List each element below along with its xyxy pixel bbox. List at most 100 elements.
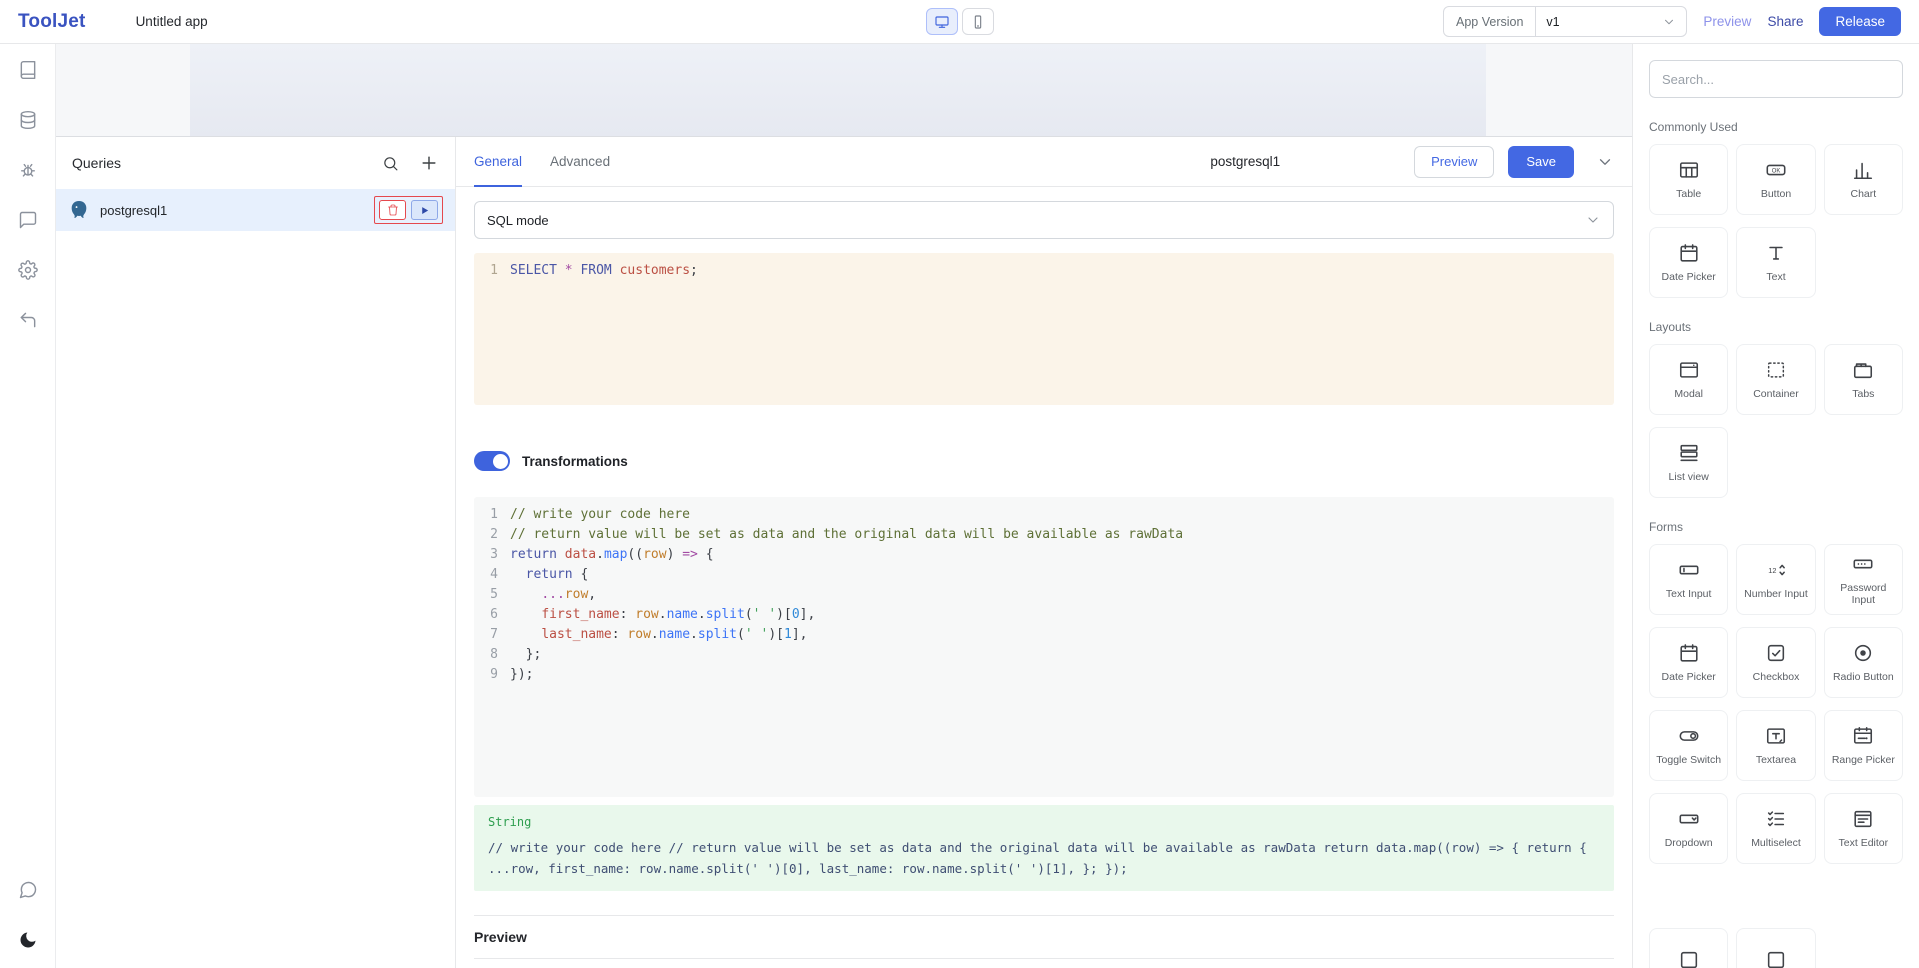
widget-card-date-picker[interactable]: Date Picker [1649, 227, 1728, 298]
components-section: LayoutsModalContainerTabsList view [1649, 320, 1903, 498]
code-text: }); [510, 665, 533, 685]
widget-card[interactable] [1736, 928, 1815, 968]
widget-card-multiselect[interactable]: Multiselect [1736, 793, 1815, 864]
widget-label: Text [1766, 271, 1785, 283]
components-grid: ModalContainerTabs List view [1649, 344, 1903, 498]
tabs-icon [1852, 359, 1874, 381]
settings-icon[interactable] [18, 260, 38, 280]
widget-card-range-picker[interactable]: Range Picker [1824, 710, 1903, 781]
widget-card-textarea[interactable]: Textarea [1736, 710, 1815, 781]
components-section: Forms Text Input 12Number InputPassword In… [1649, 520, 1903, 864]
tooljet-logo[interactable]: ToolJet [18, 11, 86, 33]
undo-icon[interactable] [18, 310, 38, 330]
text-editor-icon [1852, 808, 1874, 830]
widget-label: Toggle Switch [1656, 754, 1721, 766]
components-section-title: Commonly Used [1649, 120, 1903, 134]
app-version-select[interactable]: v1 [1536, 7, 1686, 36]
dark-mode-icon[interactable] [18, 930, 38, 950]
multiselect-icon [1765, 808, 1787, 830]
delete-query-button[interactable] [379, 200, 406, 220]
components-sections: Commonly Used TableOKButtonChart Date Pick… [1649, 120, 1903, 968]
help-chat-icon[interactable] [18, 880, 38, 900]
release-button[interactable]: Release [1819, 7, 1901, 36]
widget-card-container[interactable]: Container [1736, 344, 1815, 415]
toggle-icon [1678, 725, 1700, 747]
widget-label: Text Input [1666, 588, 1712, 600]
line-number: 6 [474, 605, 510, 625]
chart-icon [1852, 159, 1874, 181]
line-number: 4 [474, 565, 510, 585]
line-number: 8 [474, 645, 510, 665]
widget-label: Dropdown [1665, 837, 1713, 849]
password-input-icon [1852, 553, 1874, 575]
components-section: Commonly Used TableOKButtonChart Date Pick… [1649, 120, 1903, 298]
query-actions-highlight [374, 196, 443, 224]
query-editor-actions: postgresql1 Preview Save [1210, 137, 1614, 186]
line-number: 7 [474, 625, 510, 645]
widget-card-modal[interactable]: Modal [1649, 344, 1728, 415]
result-value: // write your code here // return value … [488, 837, 1600, 879]
widget-card-checkbox[interactable]: Checkbox [1736, 627, 1815, 698]
transformations-row: Transformations [474, 451, 1614, 471]
preview-button[interactable]: Preview [1703, 14, 1751, 29]
button-icon: OK [1765, 159, 1787, 181]
tab-general[interactable]: General [474, 137, 522, 187]
widget-label: Date Picker [1662, 671, 1716, 683]
trash-icon [387, 204, 399, 216]
preview-section: Preview [474, 915, 1614, 959]
sql-mode-select[interactable]: SQL mode [474, 201, 1614, 239]
widget-card-date-picker[interactable]: Date Picker [1649, 627, 1728, 698]
widget-card-button[interactable]: OKButton [1736, 144, 1815, 215]
canvas-viewport[interactable] [190, 44, 1486, 136]
chevron-down-icon [1662, 15, 1676, 29]
components-search-input[interactable] [1649, 60, 1903, 98]
widget-card-list-view[interactable]: List view [1649, 427, 1728, 498]
widget-card-text[interactable]: Text [1736, 227, 1815, 298]
add-query-button[interactable] [419, 153, 439, 173]
widget-card[interactable] [1649, 928, 1728, 968]
widget-card-toggle-switch[interactable]: Toggle Switch [1649, 710, 1728, 781]
query-search-button[interactable] [382, 155, 399, 172]
code-line: 2// return value will be set as data and… [474, 525, 1614, 545]
collapse-panel-button[interactable] [1596, 153, 1614, 171]
app-name[interactable]: Untitled app [136, 14, 208, 29]
tab-advanced[interactable]: Advanced [550, 137, 610, 187]
widget-card-text-editor[interactable]: Text Editor [1824, 793, 1903, 864]
query-name: postgresql1 [100, 203, 167, 218]
desktop-layout-button[interactable] [926, 8, 958, 35]
widget-card-number-input[interactable]: 12Number Input [1736, 544, 1815, 615]
components-panel: Commonly Used TableOKButtonChart Date Pick… [1632, 44, 1919, 968]
widget-card-text-input[interactable]: Text Input [1649, 544, 1728, 615]
query-save-button[interactable]: Save [1508, 146, 1574, 178]
widget-card-dropdown[interactable]: Dropdown [1649, 793, 1728, 864]
line-number: 9 [474, 665, 510, 685]
widget-card-tabs[interactable]: Tabs [1824, 344, 1903, 415]
sql-code-editor[interactable]: 1SELECT * FROM customers; [474, 253, 1614, 405]
comments-icon[interactable] [18, 210, 38, 230]
editor-middle-column: Queries postgresql1 [56, 44, 1632, 968]
debugger-icon[interactable] [18, 160, 38, 180]
plus-icon [419, 153, 439, 173]
run-query-button[interactable] [411, 200, 438, 220]
transformations-toggle[interactable] [474, 451, 510, 471]
components-section-title: Forms [1649, 520, 1903, 534]
mobile-layout-button[interactable] [962, 8, 994, 35]
query-preview-button[interactable]: Preview [1414, 146, 1494, 178]
widget-card-chart[interactable]: Chart [1824, 144, 1903, 215]
widget-card-radio-button[interactable]: Radio Button [1824, 627, 1903, 698]
queries-panel-header: Queries [56, 137, 455, 189]
share-button[interactable]: Share [1767, 14, 1803, 29]
widget-label: Text Editor [1839, 837, 1889, 849]
query-list-item[interactable]: postgresql1 [56, 189, 455, 231]
text-input-icon [1678, 559, 1700, 581]
components-grid: Text Input 12Number InputPassword Input Da… [1649, 544, 1903, 864]
app-canvas[interactable] [56, 44, 1632, 136]
transformation-result: String // write your code here // return… [474, 805, 1614, 891]
database-icon[interactable] [18, 110, 38, 130]
widget-card-table[interactable]: Table [1649, 144, 1728, 215]
chevron-down-icon [1585, 212, 1601, 228]
transformation-code-editor[interactable]: 1// write your code here2// return value… [474, 497, 1614, 797]
monitor-icon [934, 14, 950, 30]
widget-card-password-input[interactable]: Password Input [1824, 544, 1903, 615]
pages-icon[interactable] [18, 60, 38, 80]
